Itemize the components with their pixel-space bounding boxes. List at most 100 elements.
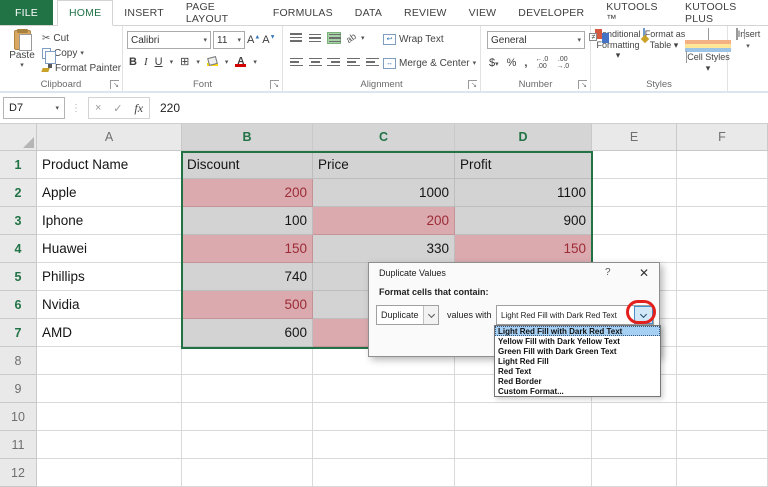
decrease-indent-icon[interactable] xyxy=(346,56,360,68)
dropdown-option-6[interactable]: Red Border xyxy=(495,376,660,386)
cell-styles-button[interactable]: Cell Styles ▾ xyxy=(685,28,731,73)
cell-A6[interactable]: Nvidia xyxy=(37,291,182,319)
cell-A9[interactable] xyxy=(37,375,182,403)
cell-F5[interactable] xyxy=(677,263,768,291)
cell-B12[interactable] xyxy=(182,459,313,487)
cell-A11[interactable] xyxy=(37,431,182,459)
dropdown-option-4[interactable]: Light Red Fill xyxy=(495,356,660,366)
dropdown-option-3[interactable]: Green Fill with Dark Green Text xyxy=(495,346,660,356)
percent-format-button[interactable]: % xyxy=(507,57,517,69)
italic-button[interactable]: I xyxy=(144,56,148,68)
cell-D10[interactable] xyxy=(455,403,592,431)
cell-C2[interactable]: 1000 xyxy=(313,179,455,207)
row-header-12[interactable]: 12 xyxy=(0,459,37,487)
orientation-icon[interactable]: ab xyxy=(344,31,358,45)
dropdown-option-1[interactable]: Light Red Fill with Dark Red Text xyxy=(495,326,660,336)
cell-A12[interactable] xyxy=(37,459,182,487)
cell-B4[interactable]: 150 xyxy=(182,235,313,263)
tab-kutools[interactable]: KUTOOLS ™ xyxy=(595,0,674,25)
align-left-icon[interactable] xyxy=(289,56,303,68)
cell-E1[interactable] xyxy=(592,151,677,179)
paste-dropdown-arrow[interactable]: ▾ xyxy=(6,61,38,69)
cell-E2[interactable] xyxy=(592,179,677,207)
row-header-4[interactable]: 4 xyxy=(0,235,37,263)
cell-B11[interactable] xyxy=(182,431,313,459)
cell-A7[interactable]: AMD xyxy=(37,319,182,347)
cell-C3[interactable]: 200 xyxy=(313,207,455,235)
font-size-combo[interactable]: 11 ▾ xyxy=(213,31,245,49)
row-header-2[interactable]: 2 xyxy=(0,179,37,207)
tab-file[interactable]: FILE xyxy=(0,0,53,25)
alignment-dialog-launcher-icon[interactable]: ↘ xyxy=(468,80,477,89)
font-dialog-launcher-icon[interactable]: ↘ xyxy=(270,80,279,89)
cell-E12[interactable] xyxy=(592,459,677,487)
formula-input[interactable]: 220 xyxy=(160,101,180,115)
copy-button[interactable]: Copy ▾ xyxy=(42,46,121,64)
cell-C11[interactable] xyxy=(313,431,455,459)
underline-button[interactable]: U xyxy=(155,56,163,68)
borders-button[interactable]: ⊞ xyxy=(180,55,189,68)
column-header-F[interactable]: F xyxy=(677,124,768,151)
number-dialog-launcher-icon[interactable]: ↘ xyxy=(578,80,587,89)
font-name-combo[interactable]: Calibri ▾ xyxy=(127,31,211,49)
column-header-E[interactable]: E xyxy=(592,124,677,151)
cell-D2[interactable]: 1100 xyxy=(455,179,592,207)
tab-data[interactable]: DATA xyxy=(344,0,393,25)
top-align-icon[interactable] xyxy=(289,32,303,44)
cell-A2[interactable]: Apple xyxy=(37,179,182,207)
cell-C10[interactable] xyxy=(313,403,455,431)
cell-D11[interactable] xyxy=(455,431,592,459)
cell-B1[interactable]: Discount xyxy=(182,151,313,179)
cell-D3[interactable]: 900 xyxy=(455,207,592,235)
conditional-formatting-button[interactable]: ≠ Conditional Formatting ▾ xyxy=(589,29,641,61)
cell-A4[interactable]: Huawei xyxy=(37,235,182,263)
cell-B7[interactable]: 600 xyxy=(182,319,313,347)
underline-dropdown-arrow[interactable]: ▾ xyxy=(170,58,174,66)
select-all-corner[interactable] xyxy=(0,124,37,151)
tab-insert[interactable]: INSERT xyxy=(113,0,175,25)
close-icon[interactable]: ✕ xyxy=(639,266,649,280)
tab-review[interactable]: REVIEW xyxy=(393,0,458,25)
format-style-dropdown-arrow[interactable] xyxy=(634,306,653,324)
cell-B3[interactable]: 100 xyxy=(182,207,313,235)
rule-type-combo[interactable]: Duplicate xyxy=(376,305,439,325)
dropdown-option-7[interactable]: Custom Format... xyxy=(495,386,660,396)
cut-button[interactable]: ✂ Cut xyxy=(42,31,121,45)
row-header-10[interactable]: 10 xyxy=(0,403,37,431)
comma-format-button[interactable]: , xyxy=(524,57,527,69)
clipboard-dialog-launcher-icon[interactable]: ↘ xyxy=(110,80,119,89)
merge-center-button[interactable]: ↔ Merge & Center ▾ xyxy=(383,52,476,74)
align-center-icon[interactable] xyxy=(308,56,322,68)
cell-D4[interactable]: 150 xyxy=(455,235,592,263)
cell-F8[interactable] xyxy=(677,347,768,375)
cell-C4[interactable]: 330 xyxy=(313,235,455,263)
format-style-combo[interactable]: Light Red Fill with Dark Red Text xyxy=(496,305,654,325)
column-header-A[interactable]: A xyxy=(37,124,182,151)
cell-F7[interactable] xyxy=(677,319,768,347)
dropdown-option-5[interactable]: Red Text xyxy=(495,366,660,376)
cell-C12[interactable] xyxy=(313,459,455,487)
rule-type-dropdown-arrow[interactable] xyxy=(423,306,438,324)
cell-E10[interactable] xyxy=(592,403,677,431)
cancel-formula-icon[interactable]: × xyxy=(95,102,101,114)
cell-F4[interactable] xyxy=(677,235,768,263)
row-header-1[interactable]: 1 xyxy=(0,151,37,179)
cell-E3[interactable] xyxy=(592,207,677,235)
cell-B2[interactable]: 200 xyxy=(182,179,313,207)
insert-cells-button[interactable]: Insert ▾ xyxy=(728,28,768,52)
tab-developer[interactable]: DEVELOPER xyxy=(507,0,595,25)
cell-F11[interactable] xyxy=(677,431,768,459)
tab-kutools-plus[interactable]: KUTOOLS PLUS xyxy=(674,0,768,25)
cell-A1[interactable]: Product Name xyxy=(37,151,182,179)
cell-E4[interactable] xyxy=(592,235,677,263)
paste-button[interactable]: Paste ▾ xyxy=(6,29,38,69)
decrease-decimal-icon[interactable]: .00 →.0 xyxy=(556,56,569,70)
row-header-11[interactable]: 11 xyxy=(0,431,37,459)
decrease-font-size-button[interactable]: A▼ xyxy=(262,34,275,46)
tab-formulas[interactable]: FORMULAS xyxy=(262,0,344,25)
middle-align-icon[interactable] xyxy=(308,32,322,44)
increase-font-size-button[interactable]: A▲ xyxy=(247,34,260,46)
font-color-button[interactable]: A xyxy=(235,56,247,67)
borders-dropdown-arrow[interactable]: ▾ xyxy=(196,58,200,66)
cell-D1[interactable]: Profit xyxy=(455,151,592,179)
